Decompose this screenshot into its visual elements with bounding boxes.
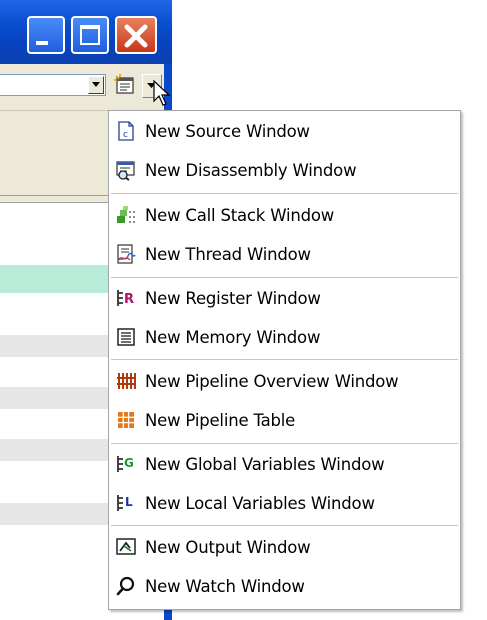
menu-item-new-memory-window[interactable]: New Memory Window — [109, 320, 460, 354]
menu-separator — [111, 443, 458, 444]
maximize-icon — [80, 25, 100, 45]
menu-item-new-watch-window[interactable]: New Watch Window — [109, 569, 460, 603]
close-button[interactable] — [115, 16, 157, 54]
watch-icon — [116, 576, 135, 596]
menu-item-label: New Thread Window — [145, 244, 311, 264]
menu-item-new-source-window[interactable]: c New Source Window — [109, 114, 460, 148]
menu-item-new-output-window[interactable]: New Output Window — [109, 530, 460, 564]
menu-item-label: New Disassembly Window — [145, 160, 357, 180]
global-icon-letter: G — [124, 456, 134, 470]
local-variables-icon: L — [117, 495, 133, 511]
menu-item-label: New Memory Window — [145, 327, 321, 347]
register-icon: R — [117, 290, 134, 307]
menu-separator — [111, 525, 458, 526]
toolbar — [0, 64, 164, 111]
disassembly-icon — [116, 161, 135, 181]
chevron-down-icon — [92, 82, 100, 87]
pipeline-table-icon — [118, 412, 134, 428]
menu-item-new-pipeline-table[interactable]: New Pipeline Table — [109, 403, 460, 437]
minimize-icon — [36, 41, 48, 45]
combo-dropdown-button[interactable] — [88, 76, 104, 94]
menu-item-label: New Register Window — [145, 288, 321, 308]
menu-separator — [111, 277, 458, 278]
menu-item-label: New Local Variables Window — [145, 493, 375, 513]
thread-icon — [117, 244, 136, 264]
menu-item-new-register-window[interactable]: R New Register Window — [109, 281, 460, 315]
window-selector-combo[interactable] — [0, 74, 106, 96]
menu-item-new-call-stack-window[interactable]: New Call Stack Window — [109, 198, 460, 232]
pipeline-overview-icon — [117, 373, 136, 389]
minimize-button[interactable] — [27, 16, 65, 54]
menu-item-label: New Source Window — [145, 121, 310, 141]
menu-item-label: New Watch Window — [145, 576, 305, 596]
menu-item-label: New Pipeline Overview Window — [145, 371, 399, 391]
title-bar — [0, 0, 172, 64]
output-icon — [116, 538, 136, 555]
menu-item-label: New Global Variables Window — [145, 454, 385, 474]
menu-item-new-pipeline-overview-window[interactable]: New Pipeline Overview Window — [109, 364, 460, 398]
call-stack-icon — [117, 206, 136, 223]
menu-item-new-thread-window[interactable]: New Thread Window — [109, 237, 460, 271]
menu-item-new-disassembly-window[interactable]: New Disassembly Window — [109, 153, 460, 187]
local-icon-letter: L — [125, 495, 133, 509]
menu-item-new-local-variables-window[interactable]: L New Local Variables Window — [109, 486, 460, 520]
source-file-icon: c — [118, 121, 134, 141]
new-window-menu: c New Source Window New Disassembly Wind… — [108, 110, 461, 610]
memory-icon — [117, 328, 135, 346]
maximize-button[interactable] — [71, 16, 109, 54]
menu-item-label: New Call Stack Window — [145, 205, 335, 225]
source-icon-letter: c — [123, 130, 128, 140]
register-icon-letter: R — [124, 292, 134, 307]
menu-separator — [111, 193, 458, 194]
new-window-icon[interactable] — [114, 74, 136, 96]
mouse-cursor-icon — [153, 80, 171, 106]
close-icon — [124, 24, 148, 48]
menu-item-new-global-variables-window[interactable]: G New Global Variables Window — [109, 447, 460, 481]
global-variables-icon: G — [117, 456, 134, 472]
menu-separator — [111, 359, 458, 360]
menu-item-label: New Pipeline Table — [145, 410, 296, 430]
menu-item-label: New Output Window — [145, 537, 311, 557]
